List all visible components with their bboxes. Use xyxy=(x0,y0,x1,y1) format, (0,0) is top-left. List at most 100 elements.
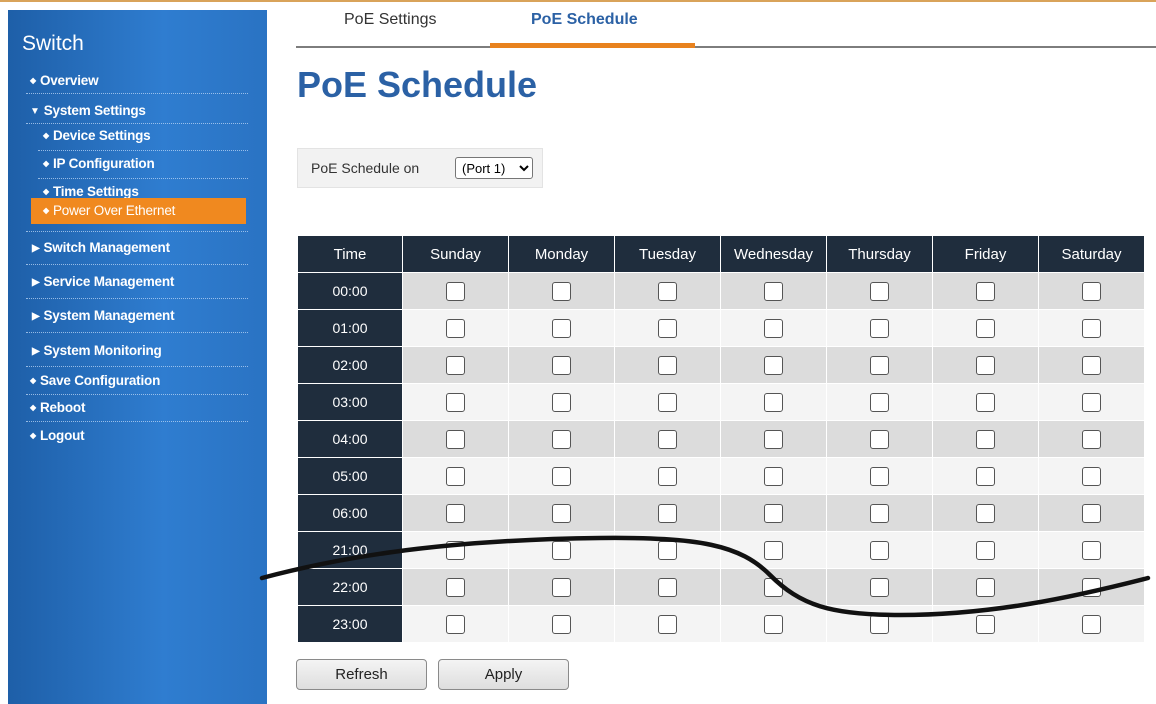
schedule-checkbox[interactable] xyxy=(870,614,889,634)
schedule-cell xyxy=(826,605,933,643)
schedule-checkbox[interactable] xyxy=(658,281,677,301)
schedule-checkbox[interactable] xyxy=(658,503,677,523)
sidebar-item-device-settings[interactable]: ◆ Device Settings xyxy=(43,125,291,147)
schedule-cell xyxy=(826,531,933,569)
schedule-checkbox[interactable] xyxy=(658,466,677,486)
sidebar-item-system-settings[interactable]: ▼ System Settings xyxy=(30,100,278,122)
schedule-cell xyxy=(720,494,827,532)
schedule-checkbox[interactable] xyxy=(658,614,677,634)
schedule-checkbox[interactable] xyxy=(446,614,465,634)
schedule-checkbox[interactable] xyxy=(446,503,465,523)
schedule-checkbox[interactable] xyxy=(552,392,571,412)
sidebar-item-system-management[interactable]: ▶ System Management xyxy=(32,305,280,327)
schedule-checkbox[interactable] xyxy=(764,503,783,523)
schedule-checkbox[interactable] xyxy=(552,503,571,523)
schedule-checkbox[interactable] xyxy=(764,318,783,338)
schedule-checkbox[interactable] xyxy=(764,392,783,412)
schedule-checkbox[interactable] xyxy=(764,466,783,486)
sidebar-item-power-over-ethernet[interactable]: ◆ Power Over Ethernet xyxy=(31,198,246,224)
schedule-checkbox[interactable] xyxy=(870,392,889,412)
schedule-checkbox[interactable] xyxy=(976,355,995,375)
schedule-checkbox[interactable] xyxy=(1082,392,1101,412)
schedule-checkbox[interactable] xyxy=(976,392,995,412)
schedule-checkbox[interactable] xyxy=(764,577,783,597)
schedule-checkbox[interactable] xyxy=(870,429,889,449)
sidebar-item-switch-management[interactable]: ▶ Switch Management xyxy=(32,237,280,259)
schedule-checkbox[interactable] xyxy=(976,429,995,449)
schedule-checkbox[interactable] xyxy=(446,466,465,486)
schedule-checkbox[interactable] xyxy=(976,466,995,486)
schedule-checkbox[interactable] xyxy=(1082,540,1101,560)
schedule-checkbox[interactable] xyxy=(976,281,995,301)
schedule-checkbox[interactable] xyxy=(552,355,571,375)
schedule-checkbox[interactable] xyxy=(870,503,889,523)
schedule-checkbox[interactable] xyxy=(446,318,465,338)
schedule-checkbox[interactable] xyxy=(1082,355,1101,375)
schedule-checkbox[interactable] xyxy=(1082,466,1101,486)
schedule-checkbox[interactable] xyxy=(446,281,465,301)
sidebar-item-overview[interactable]: ◆ Overview xyxy=(30,70,278,92)
apply-button[interactable]: Apply xyxy=(438,659,569,690)
schedule-checkbox[interactable] xyxy=(658,355,677,375)
schedule-checkbox[interactable] xyxy=(658,429,677,449)
refresh-button[interactable]: Refresh xyxy=(296,659,427,690)
schedule-checkbox[interactable] xyxy=(658,540,677,560)
schedule-checkbox[interactable] xyxy=(446,355,465,375)
schedule-checkbox[interactable] xyxy=(446,540,465,560)
sidebar-item-reboot[interactable]: ◆ Reboot xyxy=(30,397,278,419)
schedule-checkbox[interactable] xyxy=(552,577,571,597)
schedule-checkbox[interactable] xyxy=(1082,577,1101,597)
schedule-checkbox[interactable] xyxy=(976,503,995,523)
bullet-icon: ◆ xyxy=(30,76,36,86)
schedule-checkbox[interactable] xyxy=(870,577,889,597)
schedule-checkbox[interactable] xyxy=(764,614,783,634)
sidebar-item-system-monitoring[interactable]: ▶ System Monitoring xyxy=(32,340,280,362)
schedule-checkbox[interactable] xyxy=(658,392,677,412)
schedule-checkbox[interactable] xyxy=(446,577,465,597)
schedule-checkbox[interactable] xyxy=(976,577,995,597)
sidebar-item-save-configuration[interactable]: ◆ Save Configuration xyxy=(30,370,278,392)
schedule-cell xyxy=(508,309,615,347)
schedule-cell xyxy=(508,383,615,421)
schedule-checkbox[interactable] xyxy=(446,392,465,412)
schedule-checkbox[interactable] xyxy=(1082,429,1101,449)
schedule-checkbox[interactable] xyxy=(552,429,571,449)
schedule-checkbox[interactable] xyxy=(1082,614,1101,634)
sidebar-item-service-management[interactable]: ▶ Service Management xyxy=(32,271,280,293)
schedule-checkbox[interactable] xyxy=(764,355,783,375)
sidebar-item-ip-configuration[interactable]: ◆ IP Configuration xyxy=(43,153,291,175)
schedule-checkbox[interactable] xyxy=(1082,503,1101,523)
schedule-cell xyxy=(614,605,721,643)
schedule-checkbox[interactable] xyxy=(870,466,889,486)
column-header: Sunday xyxy=(402,235,509,273)
schedule-checkbox[interactable] xyxy=(446,429,465,449)
schedule-checkbox[interactable] xyxy=(552,318,571,338)
schedule-checkbox[interactable] xyxy=(764,540,783,560)
schedule-checkbox[interactable] xyxy=(658,577,677,597)
time-cell: 03:00 xyxy=(297,383,403,421)
schedule-checkbox[interactable] xyxy=(552,466,571,486)
tab-poe-settings[interactable]: PoE Settings xyxy=(344,10,437,38)
schedule-checkbox[interactable] xyxy=(1082,281,1101,301)
schedule-checkbox[interactable] xyxy=(976,614,995,634)
schedule-checkbox[interactable] xyxy=(870,540,889,560)
schedule-checkbox[interactable] xyxy=(552,540,571,560)
sidebar-divider xyxy=(26,123,248,124)
port-select[interactable]: (Port 1) xyxy=(455,157,533,179)
schedule-checkbox[interactable] xyxy=(870,281,889,301)
sidebar-item-logout[interactable]: ◆ Logout xyxy=(30,425,278,447)
schedule-checkbox[interactable] xyxy=(764,281,783,301)
schedule-cell xyxy=(720,346,827,384)
schedule-checkbox[interactable] xyxy=(976,540,995,560)
triangle-right-icon: ▶ xyxy=(32,311,40,322)
schedule-checkbox[interactable] xyxy=(1082,318,1101,338)
schedule-checkbox[interactable] xyxy=(870,355,889,375)
schedule-checkbox[interactable] xyxy=(658,318,677,338)
tab-poe-schedule[interactable]: PoE Schedule xyxy=(531,10,638,38)
schedule-checkbox[interactable] xyxy=(552,281,571,301)
schedule-checkbox[interactable] xyxy=(870,318,889,338)
schedule-checkbox[interactable] xyxy=(976,318,995,338)
schedule-checkbox[interactable] xyxy=(552,614,571,634)
table-row: 02:00 xyxy=(297,346,1145,384)
schedule-checkbox[interactable] xyxy=(764,429,783,449)
